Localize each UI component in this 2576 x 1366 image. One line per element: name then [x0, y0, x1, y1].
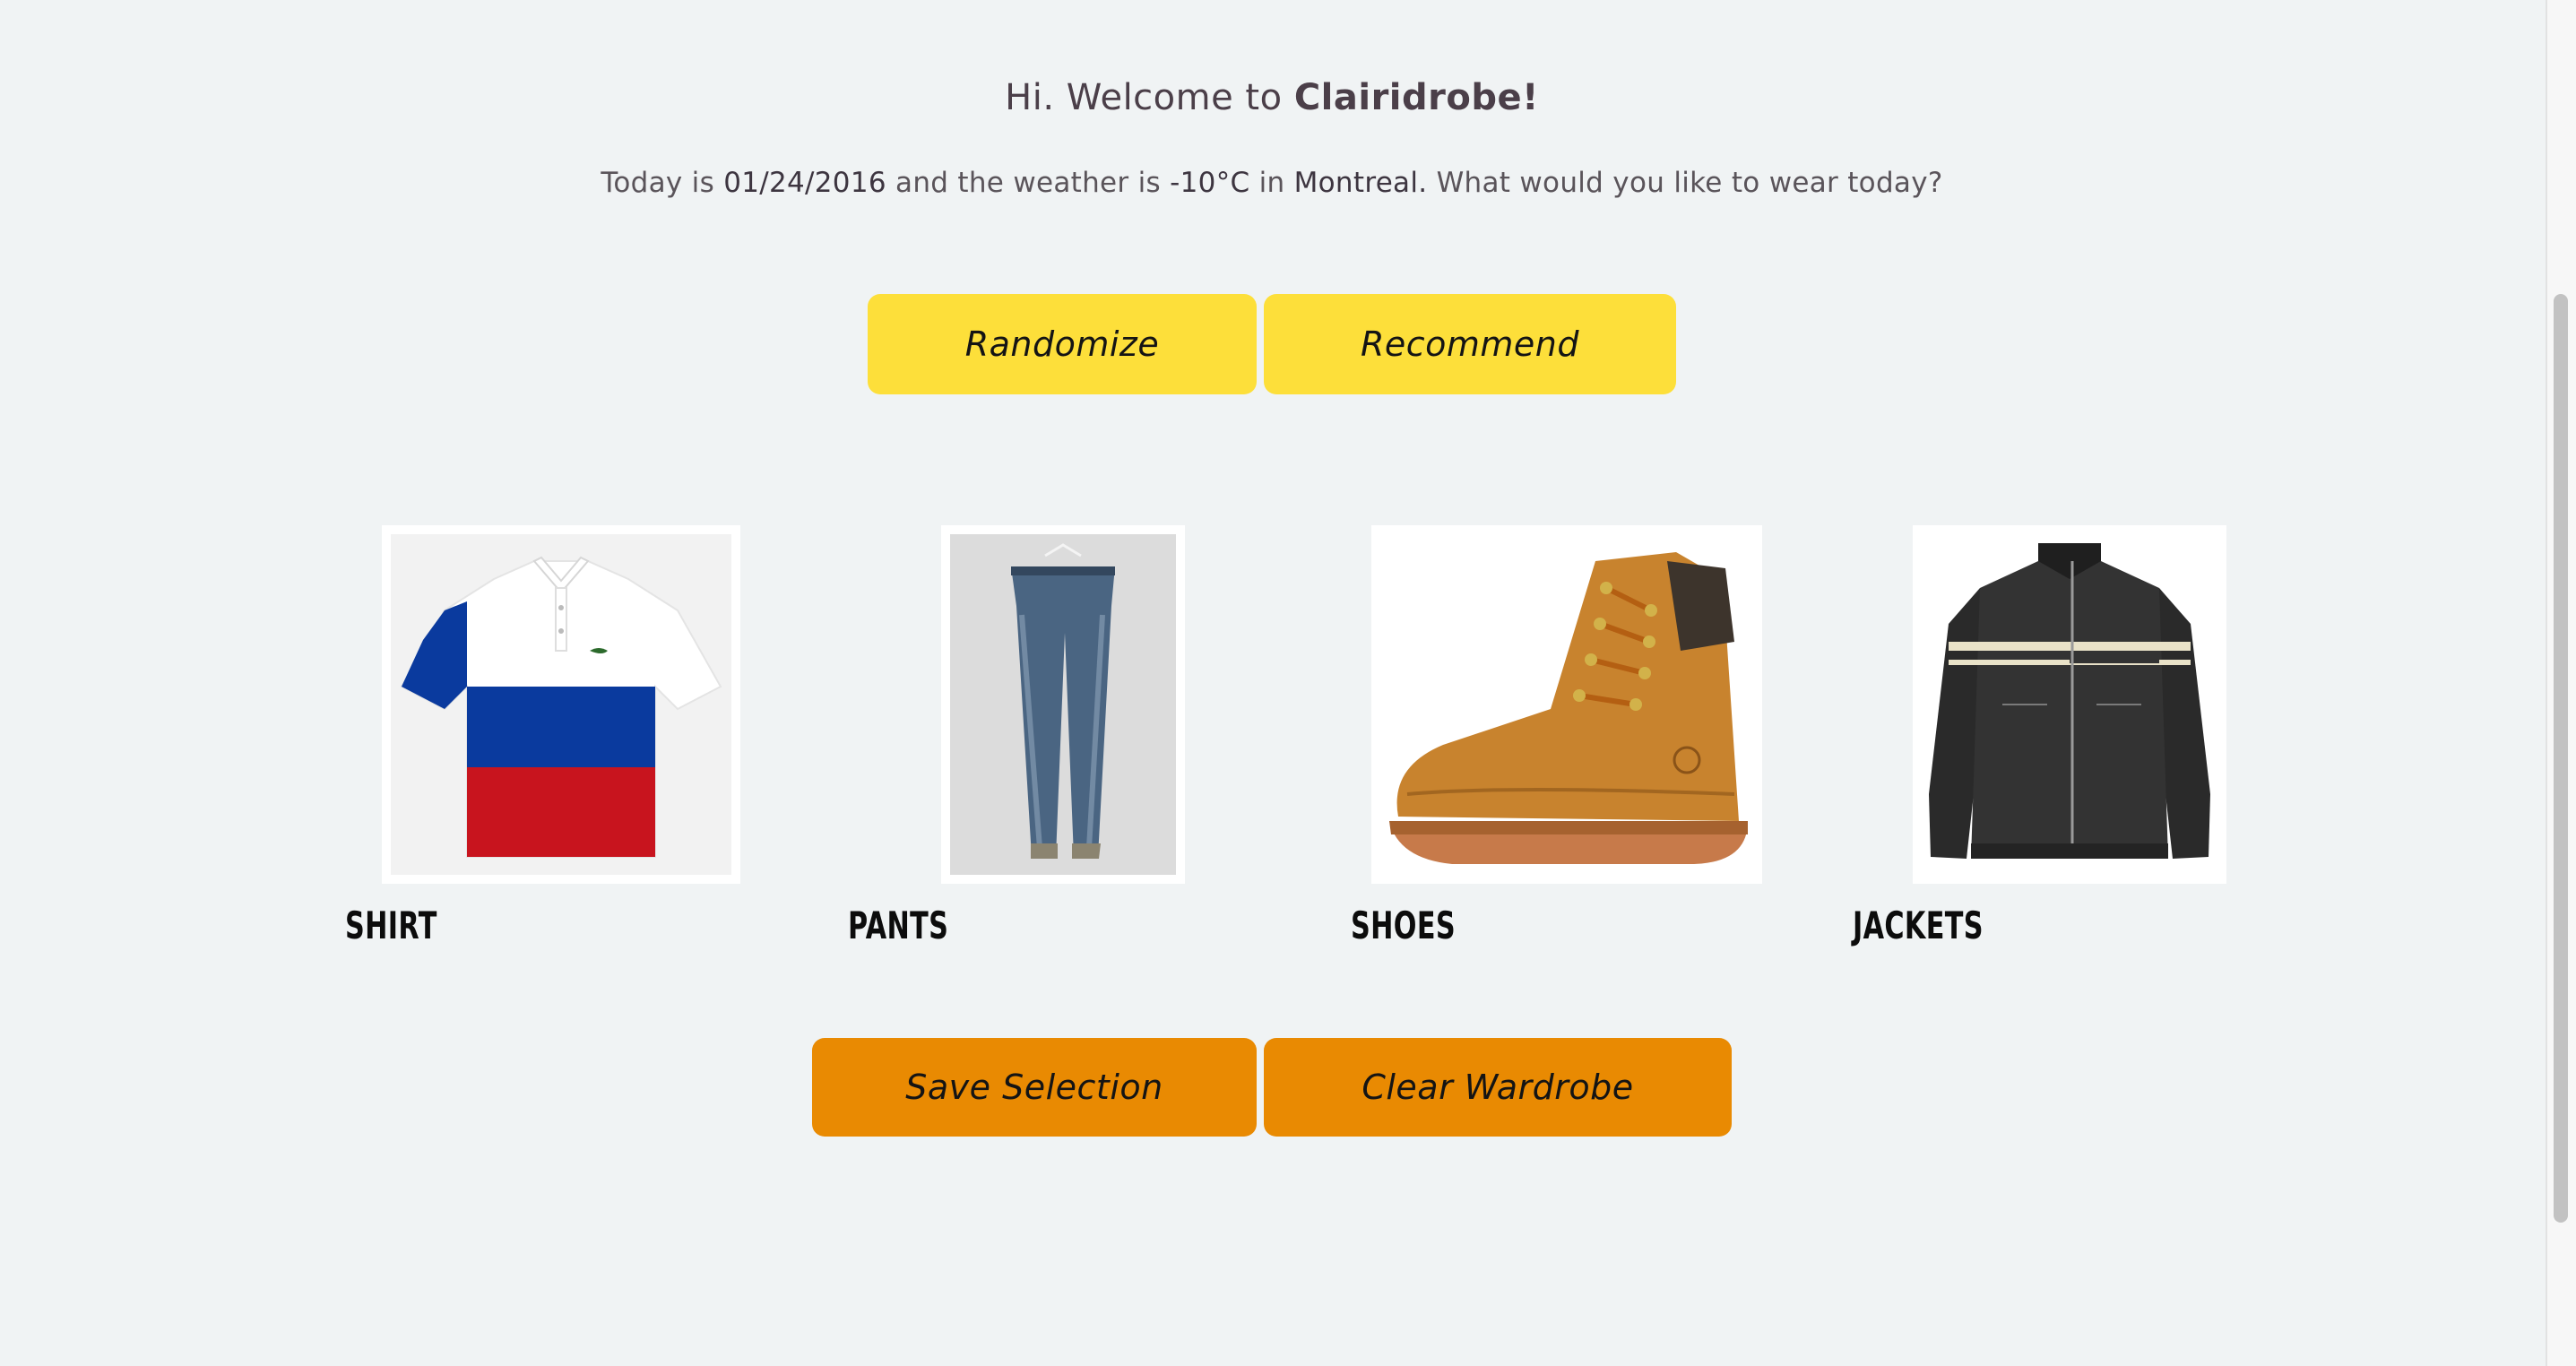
shoes-image[interactable]	[1371, 525, 1762, 884]
clear-wardrobe-button[interactable]: Clear Wardrobe	[1264, 1038, 1732, 1137]
weather-in: in	[1249, 167, 1294, 199]
randomize-button[interactable]: Randomize	[868, 294, 1257, 394]
page: Hi. Welcome to Clairidrobe! Today is 01/…	[0, 0, 2576, 1366]
recommend-button[interactable]: Recommend	[1264, 294, 1676, 394]
pants-label: PANTS	[848, 903, 949, 947]
shoes-label: SHOES	[1351, 903, 1457, 947]
weather-middle: and the weather is	[886, 167, 1171, 199]
weather-question: What would you like to wear today?	[1427, 167, 1943, 199]
jackets-label: JACKETS	[1853, 903, 1984, 947]
jackets-image[interactable]	[1913, 525, 2226, 884]
city: Montreal.	[1293, 167, 1428, 199]
temperature: -10°C	[1170, 167, 1250, 199]
jeans-image	[941, 525, 1185, 884]
polo-shirt-image	[382, 525, 740, 884]
pants-image[interactable]	[941, 525, 1185, 884]
welcome-heading: Hi. Welcome to Clairidrobe!	[0, 77, 2544, 118]
weather-prefix: Today is	[601, 167, 724, 199]
shirt-label: SHIRT	[345, 903, 437, 947]
welcome-text: Hi. Welcome to	[1005, 77, 1294, 118]
save-selection-button[interactable]: Save Selection	[812, 1038, 1257, 1137]
weather-info: Today is 01/24/2016 and the weather is -…	[0, 167, 2544, 199]
shirt-image[interactable]	[382, 525, 740, 884]
current-date: 01/24/2016	[723, 167, 886, 199]
leather-jacket-image	[1913, 525, 2226, 884]
scrollbar-thumb[interactable]	[2554, 294, 2568, 1223]
boot-image	[1371, 525, 1762, 884]
app-name: Clairidrobe!	[1293, 77, 1539, 118]
